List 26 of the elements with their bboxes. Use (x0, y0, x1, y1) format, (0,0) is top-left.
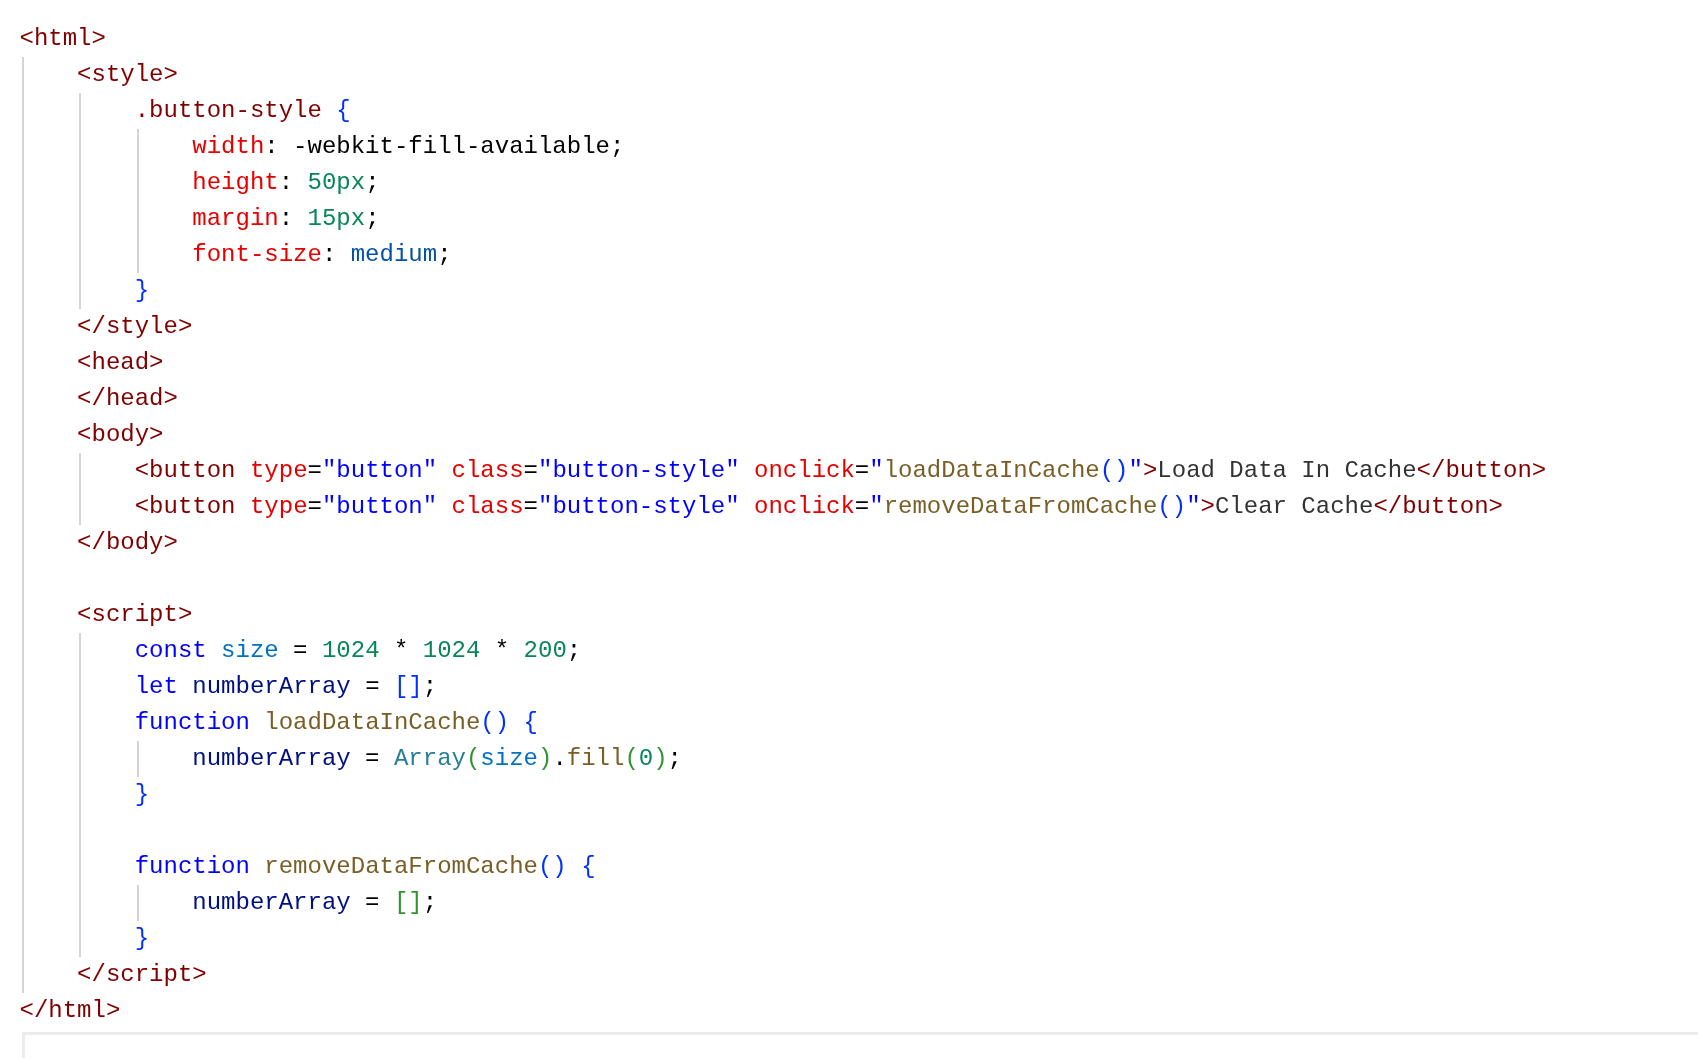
code-line: font-size: medium; (192, 240, 452, 270)
code-line: margin: 15px; (192, 204, 380, 234)
code-line: numberArray = []; (192, 888, 438, 918)
code-line: <script> (77, 600, 193, 630)
code-line: </style> (77, 312, 193, 342)
code-line: } (134, 780, 150, 810)
code-line: } (134, 276, 150, 306)
code-line: </head> (77, 384, 178, 414)
code-line: } (134, 924, 150, 954)
code-line: function loadDataInCache() { (134, 708, 538, 738)
code-line: numberArray = Array(size).fill(0); (192, 744, 682, 774)
code-line: let numberArray = []; (134, 672, 438, 702)
code-line: <head> (77, 348, 164, 378)
code-line: .button-style { (134, 96, 351, 126)
code-line: <body> (77, 420, 164, 450)
code-line: </html> (19, 996, 121, 1026)
code-line: width: -webkit-fill-available; (192, 132, 625, 162)
code-line: const size = 1024 * 1024 * 200; (134, 636, 582, 666)
code-line: <style> (77, 60, 178, 90)
code-line: height: 50px; (192, 168, 380, 198)
code-line: <button type="button" class="button-style" onclick="loadDataInCache()">Load Data In Cache</button> (134, 456, 1547, 486)
code-line: <button type="button" class="button-style" onclick="removeDataFromCache()">Clear Cache</button> (134, 492, 1503, 522)
code-line: function removeDataFromCache() { (134, 852, 596, 882)
code-line: </body> (77, 528, 178, 558)
code-line: </script> (77, 960, 207, 990)
code-line: <html> (19, 24, 106, 54)
